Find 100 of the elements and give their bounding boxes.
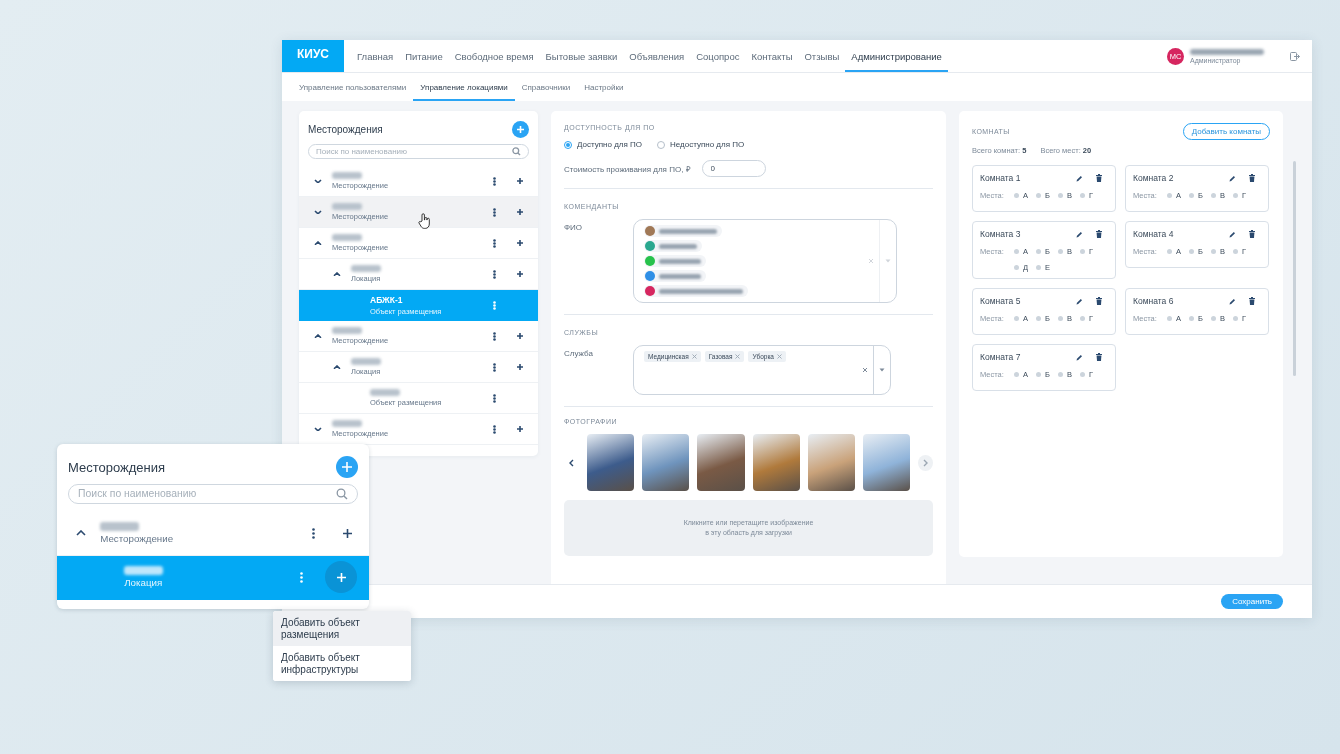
- cost-field[interactable]: 0: [701, 160, 766, 177]
- pencil-icon: [1229, 297, 1236, 305]
- plus-icon: [340, 461, 353, 474]
- sub-tab[interactable]: Управление пользователями: [292, 73, 414, 101]
- pencil-icon: [1076, 230, 1083, 238]
- more-icon: [492, 300, 496, 310]
- blurred-name: [351, 358, 381, 365]
- chevron-up-icon[interactable]: [332, 364, 341, 370]
- scrollbar[interactable]: [1293, 161, 1296, 376]
- trash-icon: [1249, 297, 1255, 305]
- delete-button[interactable]: [1096, 174, 1102, 182]
- room-name: Комната 2: [1133, 173, 1175, 183]
- blurred-name: [100, 521, 140, 531]
- delete-button[interactable]: [1249, 297, 1255, 305]
- photo-placeholder[interactable]: [752, 434, 800, 491]
- more-icon: [492, 238, 496, 248]
- sub-tab[interactable]: Настройки: [577, 73, 631, 101]
- nav-tab[interactable]: Главная: [351, 40, 400, 72]
- chevron-up-icon[interactable]: [313, 333, 322, 339]
- person-chip[interactable]: [644, 240, 702, 252]
- edit-button[interactable]: [1076, 353, 1083, 361]
- photo-placeholder[interactable]: [697, 434, 745, 491]
- menu-item[interactable]: Добавить объект размещения: [273, 611, 411, 646]
- blurred-name: [351, 265, 381, 272]
- photo-placeholder[interactable]: [807, 434, 855, 491]
- chevron-down-icon[interactable]: [313, 426, 322, 432]
- field-label: Служба: [564, 348, 594, 358]
- delete-button[interactable]: [1096, 297, 1102, 305]
- caret-icon: [879, 368, 885, 372]
- delete-button[interactable]: [1096, 353, 1102, 361]
- chevron-up-icon[interactable]: [313, 240, 322, 246]
- add-button[interactable]: [512, 121, 529, 138]
- person-chip[interactable]: [644, 225, 722, 237]
- blurred-name: [332, 327, 362, 334]
- nav-tab[interactable]: Свободное время: [448, 40, 540, 72]
- nav-tab[interactable]: Отзывы: [798, 40, 846, 72]
- room-name: Комната 4: [1133, 229, 1175, 239]
- delete-button[interactable]: [1249, 174, 1255, 182]
- nav-tab[interactable]: Контакты: [745, 40, 799, 72]
- remove-icon: [691, 354, 697, 359]
- pencil-icon: [1076, 174, 1083, 182]
- add-rooms-button[interactable]: Добавить комнаты: [1182, 123, 1270, 140]
- blurred-name: [124, 565, 164, 575]
- field-label: ФИО: [564, 222, 584, 232]
- radio-option[interactable]: Доступно для ПО: [564, 140, 642, 149]
- more-icon: [311, 527, 315, 539]
- logout-icon: [1290, 51, 1300, 61]
- search-icon: [335, 487, 348, 500]
- plus-icon: [341, 527, 353, 539]
- edit-button[interactable]: [1229, 297, 1236, 305]
- chevron-up-icon[interactable]: [76, 530, 87, 537]
- edit-button[interactable]: [1076, 174, 1083, 182]
- more-icon: [299, 571, 303, 583]
- plus-icon: [516, 332, 524, 340]
- delete-button[interactable]: [1249, 230, 1255, 238]
- chevron-up-icon[interactable]: [332, 271, 341, 277]
- tree-row[interactable]: Месторождение: [57, 511, 369, 556]
- more-icon: [492, 269, 496, 279]
- nav-tab[interactable]: Объявления: [623, 40, 691, 72]
- nav-tab[interactable]: Соцопрос: [690, 40, 746, 72]
- more-icon: [492, 331, 496, 341]
- radio-option[interactable]: Недоступно для ПО: [657, 140, 745, 149]
- plus-icon: [516, 239, 524, 247]
- trash-icon: [1096, 230, 1102, 238]
- save-button[interactable]: Сохранить: [1221, 594, 1283, 609]
- nav-tab[interactable]: Бытовые заявки: [539, 40, 624, 72]
- blurred-name: [332, 420, 362, 427]
- photo-placeholder[interactable]: [642, 434, 690, 491]
- trash-icon: [1096, 174, 1102, 182]
- pencil-icon: [1076, 353, 1083, 361]
- logo[interactable]: КИУС: [282, 40, 344, 72]
- edit-button[interactable]: [1076, 297, 1083, 305]
- edit-button[interactable]: [1229, 174, 1236, 182]
- panel-title: Месторождения: [68, 459, 166, 475]
- person-chip[interactable]: [644, 285, 748, 297]
- clear-icon: [868, 258, 874, 264]
- sub-tab[interactable]: Справочники: [514, 73, 578, 101]
- hand-cursor-icon: [418, 213, 431, 229]
- add-button[interactable]: [335, 456, 358, 479]
- nav-tab[interactable]: Питание: [399, 40, 449, 72]
- chevron-down-icon[interactable]: [313, 178, 322, 184]
- menu-item[interactable]: Добавить объект инфраструктуры: [273, 646, 411, 681]
- edit-button[interactable]: [1229, 230, 1236, 238]
- commandants-field[interactable]: [633, 219, 897, 303]
- photo-placeholder[interactable]: [587, 434, 635, 491]
- person-chip[interactable]: [644, 270, 706, 282]
- chevron-down-icon[interactable]: [313, 209, 322, 215]
- edit-button[interactable]: [1076, 230, 1083, 238]
- photo-placeholder[interactable]: [862, 434, 910, 491]
- item-type: Месторождение: [100, 533, 175, 545]
- more-icon: [492, 362, 496, 372]
- trash-icon: [1249, 230, 1255, 238]
- item-type: Локация: [124, 577, 164, 589]
- delete-button[interactable]: [1096, 230, 1102, 238]
- more-icon: [492, 207, 496, 217]
- nav-tab[interactable]: Администрирование: [845, 40, 948, 72]
- plus-icon: [516, 425, 524, 433]
- pencil-icon: [1076, 297, 1083, 305]
- blurred-name: [370, 389, 400, 396]
- more-icon: [492, 393, 496, 403]
